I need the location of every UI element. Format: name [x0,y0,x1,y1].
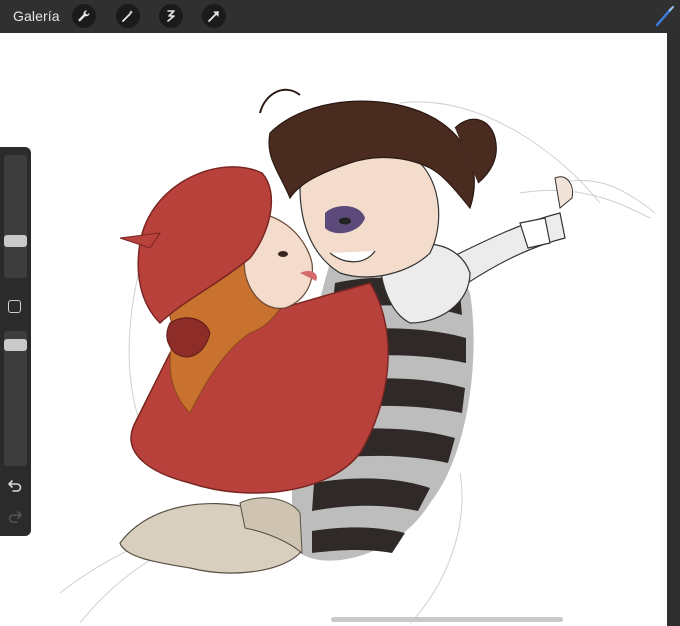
brush-size-slider[interactable] [4,155,27,278]
brush-icon[interactable] [654,5,676,27]
transform-arrow-icon[interactable] [202,4,226,28]
magic-wand-icon[interactable] [116,4,140,28]
canvas-edge-strip [667,33,680,626]
left-sidebar [0,147,31,536]
selection-icon[interactable] [159,4,183,28]
opacity-slider[interactable] [4,331,27,466]
redo-icon[interactable] [7,508,23,524]
wrench-icon[interactable] [72,4,96,28]
opacity-thumb[interactable] [4,339,27,351]
square-icon[interactable] [8,300,21,313]
drawing-canvas[interactable] [0,33,667,626]
brush-size-thumb[interactable] [4,235,27,247]
sketch-illustration [59,88,656,624]
undo-icon[interactable] [7,477,23,493]
home-indicator [331,617,563,622]
top-toolbar: Galería [0,0,680,33]
gallery-button[interactable]: Galería [13,8,60,24]
